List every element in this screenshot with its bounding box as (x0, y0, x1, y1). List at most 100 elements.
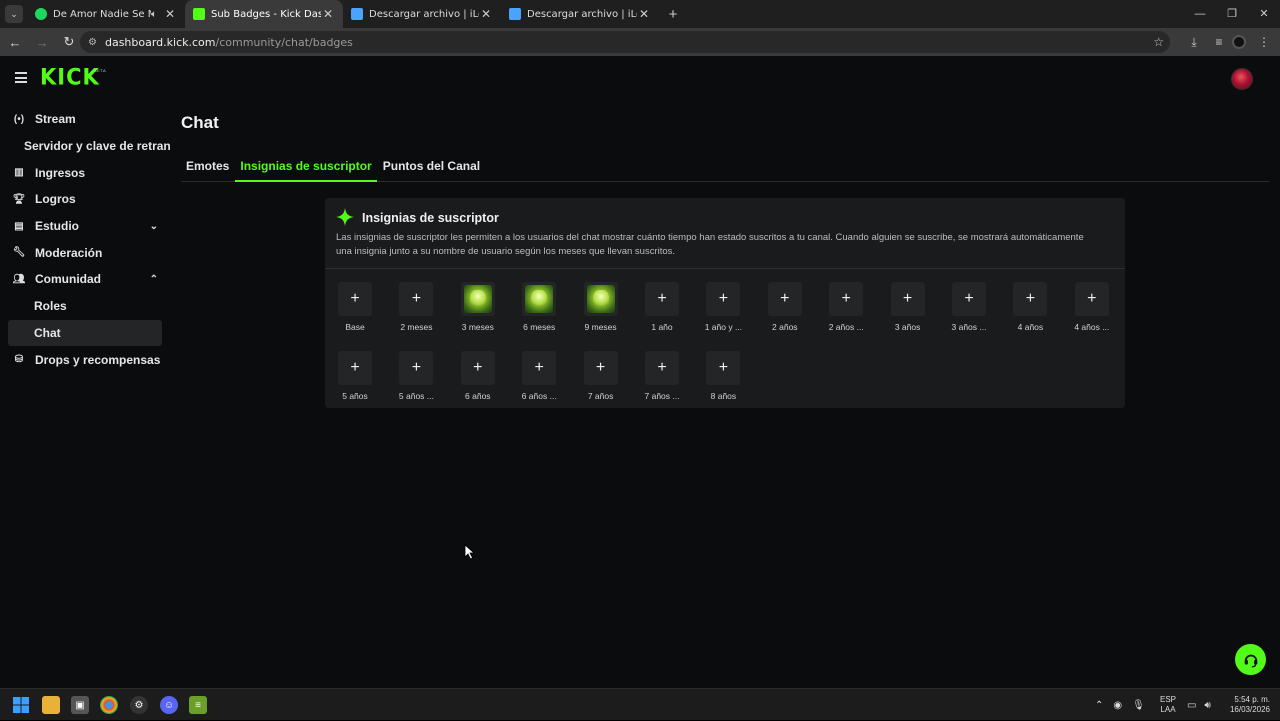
badge-slot[interactable]: 9 meses (572, 282, 630, 332)
add-badge-button[interactable]: + (338, 282, 372, 316)
add-badge-button[interactable]: + (460, 351, 495, 385)
kick-logo[interactable]: KICK (40, 64, 100, 89)
tab-emotes[interactable]: Emotes (181, 152, 234, 182)
add-badge-button[interactable]: + (767, 282, 802, 316)
badge-slot[interactable]: +5 años (326, 351, 384, 401)
browser-tab[interactable]: Descargar archivo | iLoveIMG✕ (501, 0, 659, 28)
badge-image-slot[interactable] (460, 282, 495, 316)
chrome-icon[interactable] (100, 696, 118, 714)
sidebar-item-server-key[interactable]: Servidor y clave de retransmisión (0, 133, 170, 160)
help-button[interactable] (1235, 644, 1266, 675)
windows-start-icon[interactable] (12, 696, 30, 714)
browser-tab[interactable]: Sub Badges - Kick Dashboard✕ (185, 0, 343, 28)
add-badge-button[interactable]: + (645, 282, 679, 316)
badge-slot[interactable]: +8 años (694, 351, 752, 401)
badge-slot[interactable]: +2 meses (387, 282, 445, 332)
badge-slot[interactable]: +6 años ... (510, 351, 568, 401)
add-badge-button[interactable]: + (522, 351, 557, 385)
sidebar-item-chat[interactable]: Chat (8, 319, 162, 347)
add-badge-button[interactable]: + (1013, 282, 1048, 316)
add-badge-button[interactable]: + (399, 282, 434, 316)
url-path: /community/chat/badges (215, 35, 353, 49)
browser-tab[interactable]: De Amor Nadie Se Muere -🔈︎ ✕ (27, 0, 185, 28)
tab-search-icon[interactable]: ⌄ (5, 5, 23, 23)
forward-icon[interactable]: → (30, 35, 54, 50)
tab-audio-icon[interactable]: 🔈︎ (151, 9, 157, 20)
add-badge-button[interactable]: + (706, 351, 741, 385)
app-stack-icon[interactable]: ≡ (189, 696, 207, 714)
badge-slot[interactable]: +3 años ... (940, 282, 998, 332)
tray-expand-icon[interactable]: ⌃ (1095, 700, 1103, 711)
profile-icon[interactable] (1232, 35, 1246, 49)
close-tab-icon[interactable]: ✕ (321, 7, 335, 21)
badge-slot[interactable]: +4 años ... (1063, 282, 1121, 332)
badge-slot[interactable]: +7 años (572, 351, 630, 401)
add-badge-button[interactable]: + (952, 282, 986, 316)
site-info-icon[interactable]: ⚙ (88, 37, 97, 48)
menu-kebab-icon[interactable]: ⋮ (1252, 35, 1276, 49)
url-host: dashboard.kick.com (104, 35, 216, 49)
reload-icon[interactable]: ↻ (57, 34, 81, 50)
language-indicator[interactable]: ESP LAA (1160, 695, 1176, 715)
minimize-icon[interactable]: — (1184, 0, 1216, 28)
media-control-icon[interactable]: ≡ (1207, 35, 1231, 49)
discord-icon[interactable]: ☺ (160, 696, 178, 714)
sidebar-item-estudio[interactable]: ▤ Estudio ⌄ (0, 213, 170, 240)
back-icon[interactable]: ← (3, 35, 27, 50)
bookmark-star-icon[interactable]: ☆ (1153, 35, 1164, 49)
sidebar-item-logros[interactable]: 🏆︎ Logros (0, 186, 170, 213)
network-icon[interactable]: ▭ (1187, 700, 1196, 711)
badge-slot[interactable]: +7 años ... (633, 351, 691, 401)
avatar[interactable] (1231, 68, 1253, 90)
browser-tab[interactable]: Descargar archivo | iLoveIMG✕ (343, 0, 501, 28)
tab-sub-badges[interactable]: Insignias de suscriptor (235, 152, 377, 182)
add-badge-button[interactable]: + (399, 351, 434, 385)
hamburger-menu-icon[interactable] (15, 72, 27, 86)
badge-slot[interactable]: +1 año (633, 282, 691, 332)
clock[interactable]: 5:54 p. m. 16/03/2026 (1224, 695, 1270, 715)
badge-image-slot[interactable] (522, 282, 557, 316)
steam-like-icon[interactable]: ⚙ (130, 696, 148, 714)
badge-slot[interactable]: +2 años ... (817, 282, 875, 332)
badge-slot[interactable]: +4 años (1001, 282, 1059, 332)
badge-slot[interactable]: +3 años (879, 282, 937, 332)
badge-image-slot[interactable] (583, 282, 618, 316)
badge-slot[interactable]: +2 años (756, 282, 814, 332)
download-icon[interactable]: ⤓ (1182, 35, 1206, 50)
add-badge-button[interactable]: + (890, 282, 925, 316)
tab-channel-points[interactable]: Puntos del Canal (378, 152, 485, 182)
sidebar-item-comunidad[interactable]: 👥︎ Comunidad ⌃ (0, 266, 170, 293)
address-bar[interactable]: ⚙ dashboard.kick.com/community/chat/badg… (80, 31, 1170, 53)
close-tab-icon[interactable]: ✕ (479, 7, 493, 21)
badge-slot[interactable]: +6 años (449, 351, 507, 401)
sidebar-item-roles[interactable]: Roles (0, 293, 170, 320)
add-badge-button[interactable]: + (1074, 282, 1109, 316)
plus-icon: + (350, 290, 360, 307)
add-badge-button[interactable]: + (583, 351, 618, 385)
badge-slot[interactable]: +1 año y ... (694, 282, 752, 332)
add-badge-button[interactable]: + (338, 351, 372, 385)
card-header: Insignias de suscriptor Las insignias de… (325, 198, 1125, 269)
add-badge-button[interactable]: + (829, 282, 864, 316)
sidebar-item-ingresos[interactable]: ▥ Ingresos (0, 159, 170, 186)
add-badge-button[interactable]: + (706, 282, 741, 316)
volume-icon[interactable]: 🔊︎ (1204, 700, 1210, 711)
sidebar-item-drops[interactable]: ⛁ Drops y recompensas (0, 346, 170, 373)
app-icon[interactable]: ▣ (71, 696, 89, 714)
badge-label: 6 años (465, 391, 491, 401)
badge-slot[interactable]: +5 años ... (387, 351, 445, 401)
badge-slot[interactable]: + Base (326, 282, 384, 332)
sidebar-item-moderacion[interactable]: 🔧︎ Moderación (0, 239, 170, 266)
add-badge-button[interactable]: + (645, 351, 679, 385)
close-tab-icon[interactable]: ✕ (637, 7, 651, 21)
sidebar-item-stream[interactable]: (•) Stream (0, 106, 170, 133)
microphone-icon[interactable]: 🎙︎ (1132, 700, 1145, 711)
close-window-icon[interactable]: ✕ (1248, 0, 1280, 28)
badge-slot[interactable]: 6 meses (510, 282, 568, 332)
file-explorer-icon[interactable] (42, 696, 60, 714)
badge-slot[interactable]: 3 meses (449, 282, 507, 332)
new-tab-icon[interactable]: + (663, 6, 683, 23)
close-tab-icon[interactable]: ✕ (163, 7, 177, 21)
steam-tray-icon[interactable]: ◉ (1113, 700, 1122, 711)
restore-icon[interactable]: ❐ (1216, 0, 1248, 28)
